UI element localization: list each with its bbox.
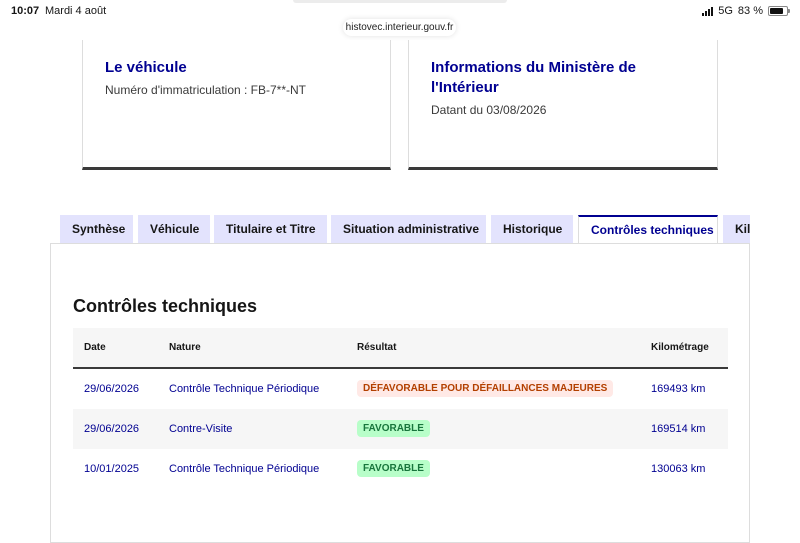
tab-vehicule[interactable]: Véhicule (138, 215, 210, 243)
tab-controles[interactable]: Contrôles techniques (578, 215, 718, 244)
url-bar[interactable]: histovec.interieur.gouv.fr (343, 19, 456, 36)
row-nature: Contre-Visite (169, 423, 233, 435)
battery-icon (768, 6, 790, 16)
table-row: 10/01/2025 Contrôle Technique Périodique… (73, 449, 728, 489)
result-badge: FAVORABLE (357, 460, 430, 477)
tab-kilometrage[interactable]: Kilométrage (723, 215, 750, 243)
header-nature: Nature (169, 342, 201, 353)
vehicle-plate-text: Numéro d'immatriculation : FB-7**-NT (105, 83, 307, 97)
battery-fill (770, 8, 784, 14)
row-km: 169493 km (651, 383, 706, 395)
result-badge: FAVORABLE (357, 420, 430, 437)
ministry-card-title-line2: l'Intérieur (431, 79, 499, 96)
tab-historique[interactable]: Historique (491, 215, 573, 243)
vehicle-card-title: Le véhicule (105, 59, 187, 76)
ministry-card-title-line1: Informations du Ministère de (431, 59, 637, 76)
network-type: 5G (718, 5, 733, 17)
row-date: 29/06/2026 (84, 383, 140, 395)
row-km: 130063 km (651, 463, 706, 475)
row-km: 169514 km (651, 423, 706, 435)
vehicle-card: Le véhicule Numéro d'immatriculation : F… (82, 40, 391, 170)
tab-bar: Synthèse Véhicule Titulaire et Titre Sit… (60, 215, 750, 244)
status-date: Mardi 4 août (45, 5, 107, 17)
tab-panel: Contrôles techniques Date Nature Résulta… (50, 243, 750, 543)
row-nature: Contrôle Technique Périodique (169, 463, 320, 475)
controls-table: Date Nature Résultat Kilométrage 29/06/2… (73, 328, 728, 489)
header-date: Date (84, 342, 106, 353)
tab-titulaire[interactable]: Titulaire et Titre (214, 215, 327, 243)
table-header: Date Nature Résultat Kilométrage (73, 328, 728, 369)
header-km: Kilométrage (651, 342, 709, 353)
row-date: 10/01/2025 (84, 463, 140, 475)
tab-situation[interactable]: Situation administrative (331, 215, 486, 243)
table-row: 29/06/2026 Contrôle Technique Périodique… (73, 369, 728, 409)
ministry-card: Informations du Ministère de l'Intérieur… (408, 40, 718, 170)
signal-icon (702, 6, 714, 16)
battery-percent: 83 % (737, 5, 763, 17)
status-right: 5G 83 % (702, 5, 790, 17)
result-badge: DÉFAVORABLE POUR DÉFAILLANCES MAJEURES (357, 380, 614, 397)
header-result: Résultat (357, 342, 397, 353)
row-nature: Contrôle Technique Périodique (169, 383, 320, 395)
table-row: 29/06/2026 Contre-Visite FAVORABLE 16951… (73, 409, 728, 449)
row-date: 29/06/2026 (84, 423, 140, 435)
multitask-handle[interactable] (293, 0, 507, 3)
status-time: 10:07 (11, 5, 40, 17)
section-title: Contrôles techniques (73, 296, 258, 316)
tab-synthese[interactable]: Synthèse (60, 215, 133, 243)
ministry-date-text: Datant du 03/08/2026 (431, 103, 547, 117)
